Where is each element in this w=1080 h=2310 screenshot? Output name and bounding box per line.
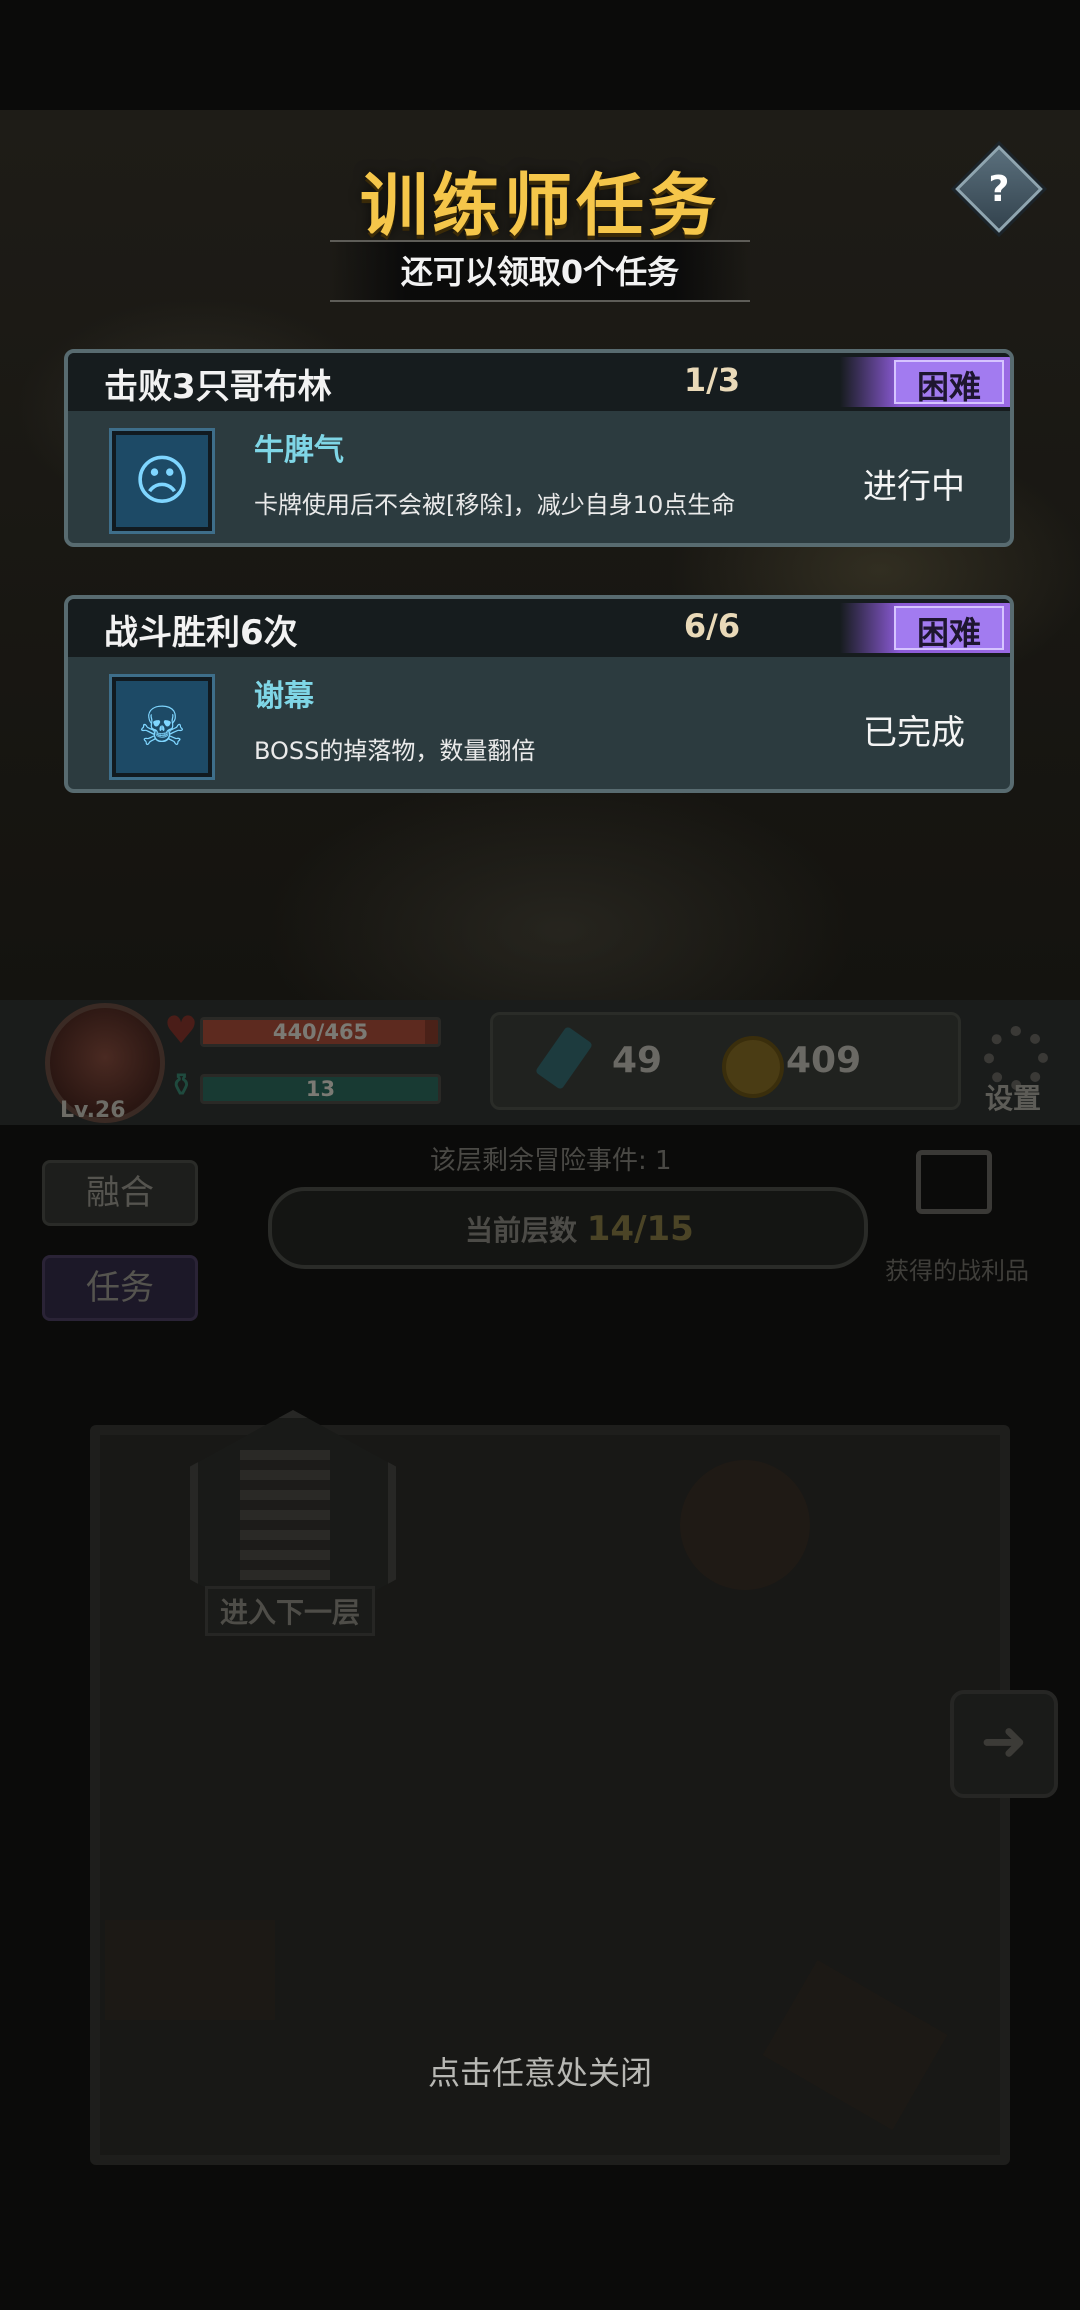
remaining-events-label: 该层剩余冒险事件: 1 xyxy=(430,1146,672,1176)
task-progress: 6/6 xyxy=(683,607,741,645)
reward-name: 牛脾气 xyxy=(254,433,344,468)
demon-head-icon: ☹ xyxy=(133,449,191,512)
arrow-right-button[interactable]: ➜ xyxy=(950,1690,1058,1798)
table-prop xyxy=(680,1460,810,1590)
task-title: 击败3只哥布林 xyxy=(104,367,332,407)
chest-icon[interactable] xyxy=(916,1150,992,1214)
difficulty-badge: 困难 xyxy=(840,603,1010,653)
task-button[interactable]: 任务 xyxy=(42,1255,198,1321)
reaper-icon: ☠ xyxy=(137,695,187,758)
settings-label[interactable]: 设置 xyxy=(985,1077,1041,1117)
task-status: 进行中 xyxy=(863,467,965,507)
task-card-header: 战斗胜利6次 6/6 困难 xyxy=(68,599,1010,657)
reward-name: 谢幕 xyxy=(254,679,314,714)
hp-bar: 440/465 xyxy=(200,1017,441,1047)
coin-count: 409 xyxy=(786,1040,862,1081)
floor-current-label: 当前层数 xyxy=(465,1214,578,1247)
help-icon[interactable]: ? xyxy=(968,160,1030,222)
task-card[interactable]: 击败3只哥布林 1/3 困难 ☹ 牛脾气 卡牌使用后不会被[移除]，减少自身10… xyxy=(64,349,1014,547)
floor-current: 当前层数 14/15 xyxy=(465,1209,694,1249)
dialog-title: 训练师任务 xyxy=(359,167,720,246)
heart-icon: ♥ xyxy=(164,1008,199,1052)
floor-current-value: 14/15 xyxy=(586,1209,694,1249)
coin-icon xyxy=(722,1036,784,1098)
fuse-button[interactable]: 融合 xyxy=(42,1160,198,1226)
mana-value: 13 xyxy=(305,1077,336,1101)
task-card-header: 击败3只哥布林 1/3 困难 xyxy=(68,353,1010,411)
task-progress: 1/3 xyxy=(683,361,741,399)
task-title: 战斗胜利6次 xyxy=(104,613,298,653)
crate-prop xyxy=(105,1920,275,2020)
crystal-count: 49 xyxy=(612,1040,663,1081)
reward-card-icon: ☹ xyxy=(112,431,212,531)
hp-value: 440/465 xyxy=(272,1020,369,1044)
close-hint[interactable]: 点击任意处关闭 xyxy=(0,2048,1080,2094)
difficulty-label: 困难 xyxy=(916,368,981,406)
difficulty-badge: 困难 xyxy=(840,357,1010,407)
reward-card-icon: ☠ xyxy=(112,677,212,777)
task-status: 已完成 xyxy=(863,713,965,753)
potion-icon: ⚱ xyxy=(168,1066,195,1104)
player-level: Lv.26 xyxy=(60,1098,126,1123)
task-card[interactable]: 战斗胜利6次 6/6 困难 ☠ 谢幕 BOSS的掉落物，数量翻倍 已完成 xyxy=(64,595,1014,793)
difficulty-label: 困难 xyxy=(916,614,981,652)
tasks-remaining-label: 还可以领取0个任务 xyxy=(400,253,680,291)
next-floor-label[interactable]: 进入下一层 xyxy=(205,1586,376,1636)
spoils-label[interactable]: 获得的战利品 xyxy=(885,1251,1029,1286)
reward-description: BOSS的掉落物，数量翻倍 xyxy=(254,737,536,765)
mana-bar: 13 xyxy=(200,1074,441,1104)
reward-description: 卡牌使用后不会被[移除]，减少自身10点生命 xyxy=(254,491,736,519)
stairs-icon xyxy=(240,1450,330,1580)
